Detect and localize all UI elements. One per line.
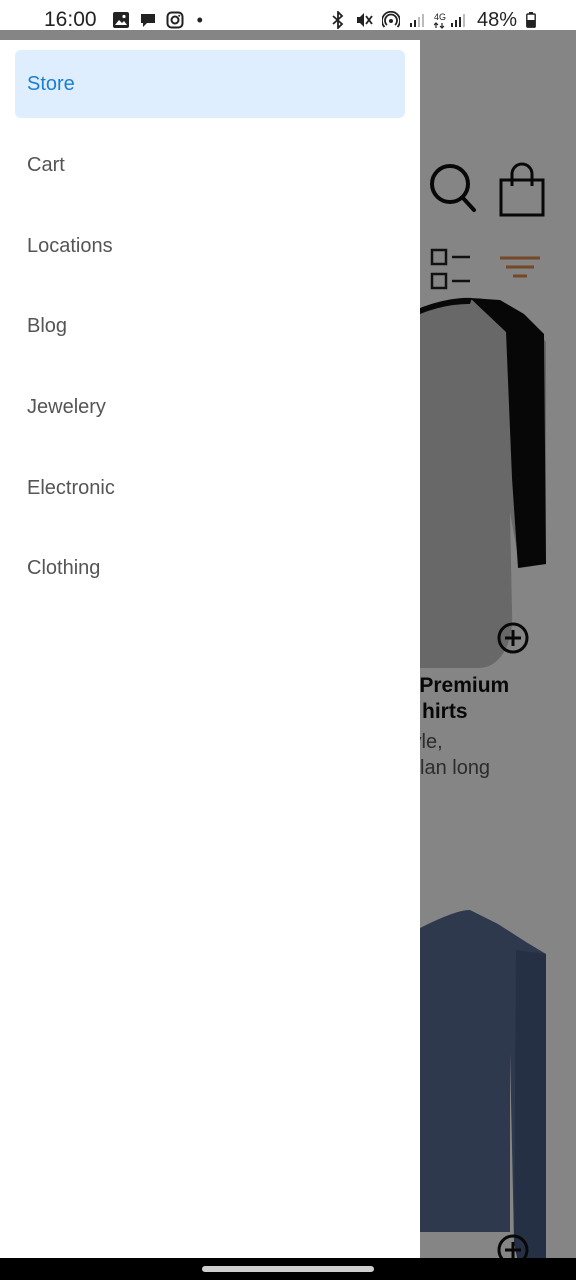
drawer-item-jewelery[interactable]: Jewelery [15, 373, 405, 441]
screen: al Premium hirts style, lan long 16:00 [0, 0, 576, 1280]
drawer-item-locations[interactable]: Locations [15, 212, 405, 280]
bluetooth-icon [330, 11, 346, 29]
mute-icon [355, 11, 373, 29]
system-navigation-bar [0, 1258, 576, 1280]
drawer-item-clothing[interactable]: Clothing [15, 534, 405, 602]
4g-signal-icon: 4G [433, 11, 468, 29]
svg-text:4G: 4G [434, 12, 446, 22]
more-notifications-dot: • [196, 9, 203, 30]
status-bar-right: 4G 48% [330, 9, 536, 32]
drawer-item-store[interactable]: Store [15, 50, 405, 118]
hotspot-icon [381, 11, 400, 29]
chat-bubble-icon [139, 11, 157, 29]
gallery-icon [112, 11, 130, 29]
navigation-drawer: Store Cart Locations Blog Jewelery Elect… [0, 40, 420, 1258]
battery-icon [526, 12, 536, 28]
status-bar: 16:00 • 4G 48% [0, 0, 576, 40]
clock: 16:00 [44, 8, 97, 31]
instagram-icon [166, 11, 184, 29]
drawer-item-blog[interactable]: Blog [15, 292, 405, 360]
signal-icon [409, 12, 425, 28]
battery-level: 48% [476, 8, 517, 31]
home-gesture-handle[interactable] [202, 1266, 374, 1272]
drawer-item-electronic[interactable]: Electronic [15, 454, 405, 522]
status-bar-left: 16:00 • [44, 8, 203, 32]
drawer-item-cart[interactable]: Cart [15, 131, 405, 199]
